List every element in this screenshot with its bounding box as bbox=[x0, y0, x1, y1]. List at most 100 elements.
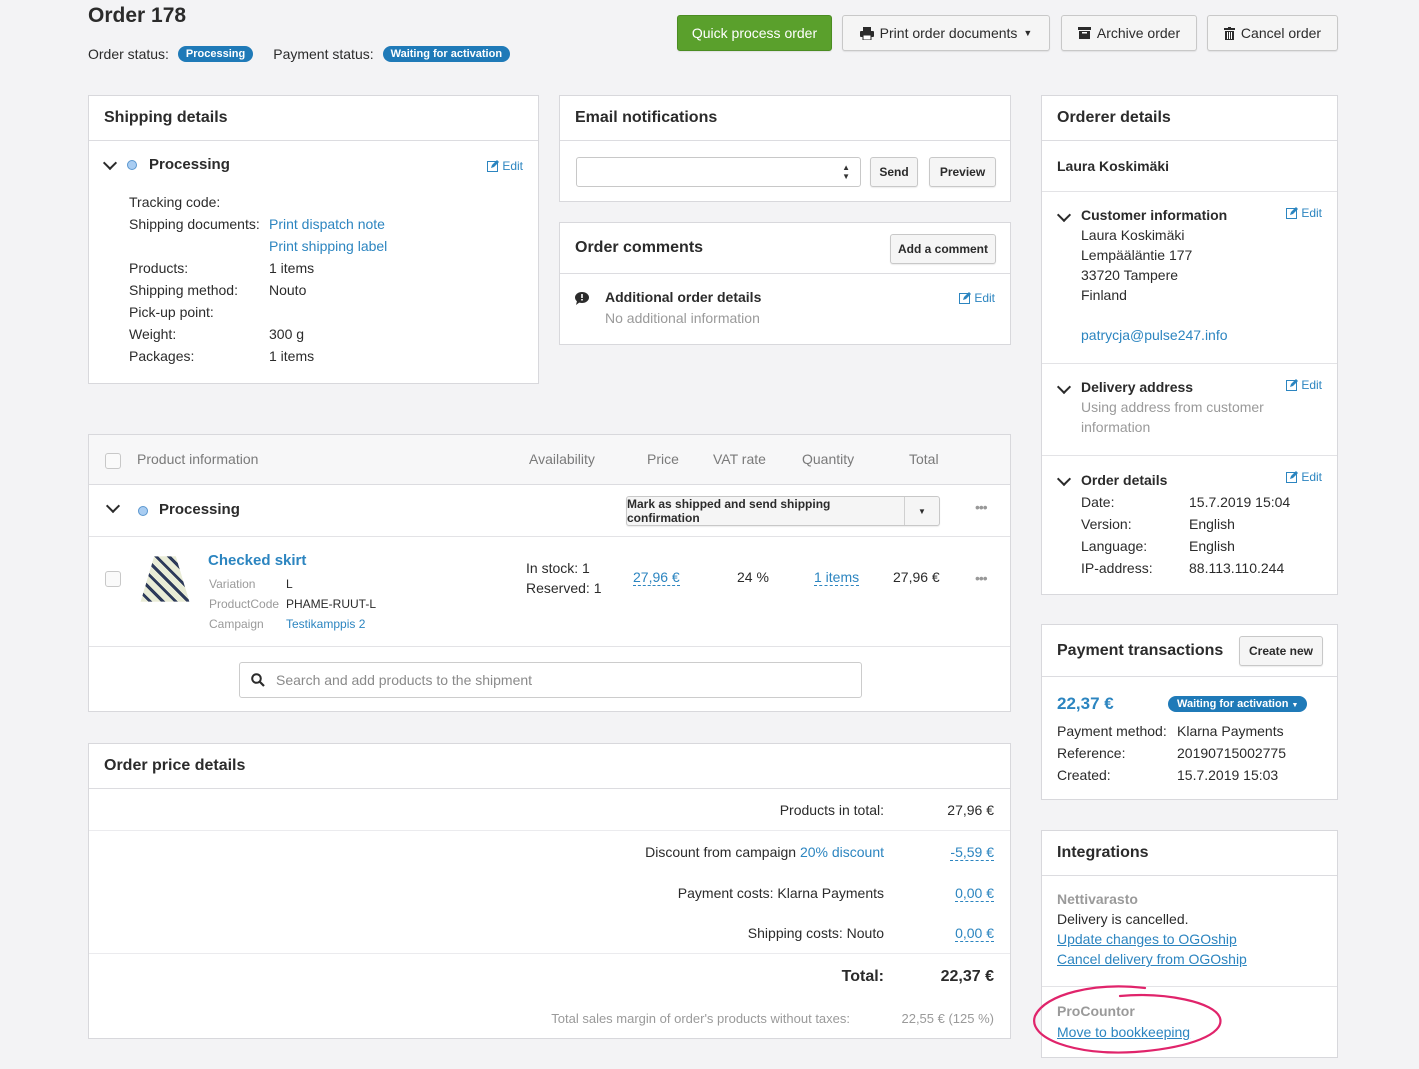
detail-label: Version: bbox=[1081, 516, 1132, 532]
campaign-discount-link[interactable]: 20% discount bbox=[800, 844, 884, 860]
more-options-icon[interactable]: ••• bbox=[975, 570, 988, 586]
payment-cost-value[interactable]: 0,00 € bbox=[955, 884, 994, 902]
edit-label: Edit bbox=[974, 291, 995, 305]
mark-shipped-split-button: Mark as shipped and send shipping confir… bbox=[626, 496, 940, 526]
order-details-section: Order details Date: 15.7.2019 15:04 Versi… bbox=[1042, 456, 1337, 586]
product-search-input[interactable]: Search and add products to the shipment bbox=[239, 662, 862, 698]
chevron-down-icon[interactable] bbox=[1056, 379, 1072, 395]
group-status: Processing bbox=[159, 501, 240, 518]
product-checkbox[interactable] bbox=[105, 571, 121, 587]
customer-info-title: Customer information bbox=[1081, 207, 1228, 223]
shipping-details-title: Shipping details bbox=[104, 109, 228, 126]
search-placeholder: Search and add products to the shipment bbox=[276, 672, 533, 688]
edit-icon bbox=[1286, 471, 1299, 483]
payment-method-value: Klarna Payments bbox=[1177, 723, 1284, 739]
print-shipping-label-link[interactable]: Print shipping label bbox=[269, 235, 387, 257]
vat-value: 24 % bbox=[737, 569, 769, 585]
nettivarasto-section: Nettivarasto Delivery is cancelled. Upda… bbox=[1042, 876, 1337, 987]
order-version: English bbox=[1189, 516, 1235, 532]
products-value: 1 items bbox=[269, 260, 315, 276]
header-total: Total bbox=[909, 451, 939, 467]
customer-country: Finland bbox=[1081, 287, 1127, 303]
delivery-address-text: Using address from customer information bbox=[1081, 399, 1264, 435]
shipping-fields: Tracking code: Shipping documents: Print … bbox=[129, 191, 429, 367]
customer-info-edit-link[interactable]: Edit bbox=[1286, 206, 1322, 220]
order-details-edit-link[interactable]: Edit bbox=[1286, 470, 1322, 484]
product-name-link[interactable]: Checked skirt bbox=[208, 552, 306, 569]
price-row-label: Shipping costs: Nouto bbox=[747, 925, 884, 941]
payment-status-dropdown[interactable]: Waiting for activation ▼ bbox=[1168, 696, 1308, 712]
shipping-cost-value[interactable]: 0,00 € bbox=[955, 925, 994, 942]
product-thumbnail[interactable] bbox=[140, 556, 190, 602]
discount-value[interactable]: -5,59 € bbox=[950, 843, 994, 861]
create-new-payment-button[interactable]: Create new bbox=[1239, 636, 1323, 666]
send-button[interactable]: Send bbox=[870, 157, 918, 187]
caret-down-icon: ▼ bbox=[1023, 28, 1033, 38]
trash-icon bbox=[1223, 26, 1235, 40]
caret-down-icon: ▼ bbox=[918, 506, 926, 516]
price-row-label: Discount from campaign bbox=[645, 843, 797, 860]
chevron-down-icon[interactable] bbox=[102, 155, 118, 170]
print-dispatch-note-link[interactable]: Print dispatch note bbox=[269, 213, 385, 235]
edit-icon bbox=[487, 160, 500, 172]
price-row: Discount from campaign 20% discount -5,59… bbox=[89, 831, 1010, 872]
campaign-link[interactable]: Testikamppis 2 bbox=[286, 614, 365, 634]
print-docs-label: Print order documents bbox=[879, 25, 1018, 41]
field-label: Weight: bbox=[129, 326, 177, 342]
comment-edit-link[interactable]: Edit bbox=[959, 291, 995, 305]
edit-label: Edit bbox=[1301, 378, 1322, 392]
archive-order-button[interactable]: Archive order bbox=[1061, 15, 1197, 51]
customer-email-link[interactable]: patrycja@pulse247.info bbox=[1081, 327, 1228, 343]
products-header: Product information Availability Price V… bbox=[89, 435, 1010, 485]
total-row: Total: 22,37 € bbox=[89, 956, 1010, 997]
price-value[interactable]: 27,96 € bbox=[633, 569, 680, 586]
shipping-method-value: Nouto bbox=[269, 282, 307, 298]
quantity-value[interactable]: 1 items bbox=[814, 569, 860, 586]
more-options-icon[interactable]: ••• bbox=[975, 499, 988, 515]
mark-shipped-dropdown-toggle[interactable]: ▼ bbox=[905, 497, 939, 525]
detail-label: IP-address: bbox=[1081, 560, 1153, 576]
shipping-details-card: Shipping details Processing Edit Trackin… bbox=[88, 95, 539, 384]
order-details-title: Order details bbox=[1081, 472, 1168, 488]
mark-shipped-button[interactable]: Mark as shipped and send shipping confir… bbox=[627, 497, 905, 525]
payment-created-value: 15.7.2019 15:03 bbox=[1177, 767, 1279, 783]
update-ogoship-link[interactable]: Update changes to OGOship bbox=[1057, 931, 1237, 947]
chevron-down-icon[interactable] bbox=[1056, 207, 1072, 223]
chevron-down-icon[interactable] bbox=[105, 498, 121, 514]
cancel-label: Cancel order bbox=[1240, 25, 1322, 41]
quick-process-order-button[interactable]: Quick process order bbox=[677, 15, 832, 51]
print-order-documents-button[interactable]: Print order documents ▼ bbox=[842, 15, 1050, 51]
archive-label: Archive order bbox=[1096, 25, 1181, 41]
orderer-details-title: Orderer details bbox=[1057, 109, 1171, 126]
status-line: Order status: Processing Payment status:… bbox=[88, 46, 530, 62]
header-price: Price bbox=[647, 451, 679, 467]
delivery-edit-link[interactable]: Edit bbox=[1286, 378, 1322, 392]
cancel-order-button[interactable]: Cancel order bbox=[1207, 15, 1338, 51]
campaign-label: Campaign bbox=[209, 617, 264, 631]
comment-text: No additional information bbox=[605, 310, 760, 326]
add-comment-button[interactable]: Add a comment bbox=[890, 234, 996, 264]
shipment-group-row: Processing Mark as shipped and send ship… bbox=[89, 485, 1010, 537]
comment-bubble-icon bbox=[575, 292, 589, 308]
header-availability: Availability bbox=[529, 451, 595, 467]
variation-label: Variation bbox=[209, 577, 256, 591]
cancel-ogoship-link[interactable]: Cancel delivery from OGOship bbox=[1057, 951, 1247, 967]
code-value: PHAME-RUUT-L bbox=[286, 597, 377, 611]
order-language: English bbox=[1189, 538, 1235, 554]
customer-street: Lempääläntie 177 bbox=[1081, 247, 1193, 263]
orderer-name: Laura Koskimäki bbox=[1042, 141, 1337, 192]
move-to-bookkeeping-link[interactable]: Move to bookkeeping bbox=[1057, 1024, 1190, 1040]
select-all-checkbox[interactable] bbox=[105, 453, 121, 469]
customer-city: 33720 Tampere bbox=[1081, 267, 1179, 283]
field-label: Shipping documents: bbox=[129, 216, 260, 232]
edit-label: Edit bbox=[1301, 470, 1322, 484]
edit-icon bbox=[1286, 207, 1299, 219]
margin-value: 22,55 € (125 %) bbox=[901, 1011, 994, 1026]
preview-button[interactable]: Preview bbox=[929, 157, 996, 187]
price-details-title: Order price details bbox=[104, 757, 246, 774]
price-row: Products in total: 27,96 € bbox=[89, 790, 1010, 831]
shipping-edit-link[interactable]: Edit bbox=[487, 159, 523, 173]
email-template-select[interactable]: ▲ ▼ bbox=[576, 157, 861, 187]
chevron-down-icon[interactable] bbox=[1056, 471, 1072, 487]
price-row: Shipping costs: Nouto 0,00 € bbox=[89, 913, 1010, 954]
